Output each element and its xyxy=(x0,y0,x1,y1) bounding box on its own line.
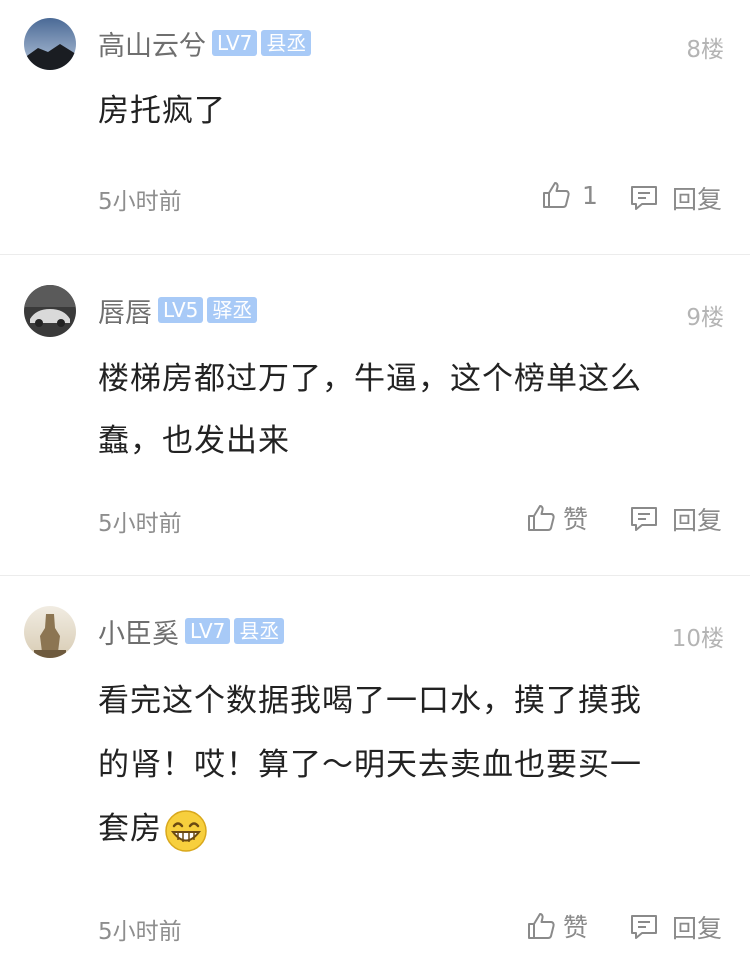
reply-button[interactable]: 回复 xyxy=(628,180,722,216)
timestamp: 5小时前 xyxy=(98,919,182,945)
reply-button[interactable]: 回复 xyxy=(628,501,722,537)
like-count: 1 xyxy=(582,180,598,210)
floor-number: 10楼 xyxy=(671,626,724,652)
floor-number: 8楼 xyxy=(686,37,724,63)
like-label: 赞 xyxy=(563,505,589,534)
username[interactable]: 小臣奚 xyxy=(98,612,179,651)
statue-avatar-icon xyxy=(24,606,76,658)
avatar[interactable] xyxy=(24,606,76,658)
comment-line: 蠢，也发出来 xyxy=(98,423,290,459)
title-badge: 县丞 xyxy=(261,30,312,56)
comment-icon xyxy=(631,507,657,531)
comment-line: 看完这个数据我喝了一口水，摸了摸我 xyxy=(98,683,642,719)
avatar[interactable] xyxy=(24,18,76,70)
title-badge: 县丞 xyxy=(234,618,285,644)
comment-icon xyxy=(631,186,657,210)
thumbs-up-icon xyxy=(543,182,570,208)
timestamp: 5小时前 xyxy=(98,511,182,537)
title-badge: 驿丞 xyxy=(207,297,258,323)
divider xyxy=(0,575,750,576)
grinning-emoji-icon xyxy=(165,809,207,852)
comment-icon xyxy=(631,915,657,939)
comment-line: 的肾！哎！算了～明天去卖血也要买一 xyxy=(98,747,642,783)
timestamp: 5小时前 xyxy=(98,189,182,215)
like-label: 赞 xyxy=(563,913,589,942)
reply-label: 回复 xyxy=(672,914,723,943)
like-button[interactable]: 1 xyxy=(540,179,598,211)
username[interactable]: 唇唇 xyxy=(98,291,152,330)
thumbs-up-icon xyxy=(528,505,555,531)
comment-line: 楼梯房都过万了，牛逼，这个榜单这么 xyxy=(98,361,642,397)
avatar[interactable] xyxy=(24,285,76,337)
like-button[interactable]: 赞 xyxy=(525,500,588,536)
username[interactable]: 高山云兮 xyxy=(98,24,206,63)
like-button[interactable]: 赞 xyxy=(525,908,588,944)
divider xyxy=(0,254,750,255)
thumbs-up-icon xyxy=(528,913,555,939)
reply-button[interactable]: 回复 xyxy=(628,909,722,945)
floor-number: 9楼 xyxy=(686,305,724,331)
comment-line: 套房 xyxy=(98,811,162,847)
reply-label: 回复 xyxy=(672,185,723,214)
comment-content: 看完这个数据我喝了一口水，摸了摸我 的肾！哎！算了～明天去卖血也要买一 套房 xyxy=(98,669,698,861)
level-badge: LV7 xyxy=(185,618,231,644)
level-badge: LV7 xyxy=(212,30,258,56)
reply-label: 回复 xyxy=(672,506,723,535)
comment-line-last: 套房 xyxy=(98,797,698,861)
comment-content: 楼梯房都过万了，牛逼，这个榜单这么 蠢，也发出来 xyxy=(98,348,698,472)
comment-content: 房托疯了 xyxy=(98,93,226,129)
mountain-avatar-icon xyxy=(24,18,76,70)
car-avatar-icon xyxy=(24,285,76,337)
level-badge: LV5 xyxy=(158,297,204,323)
